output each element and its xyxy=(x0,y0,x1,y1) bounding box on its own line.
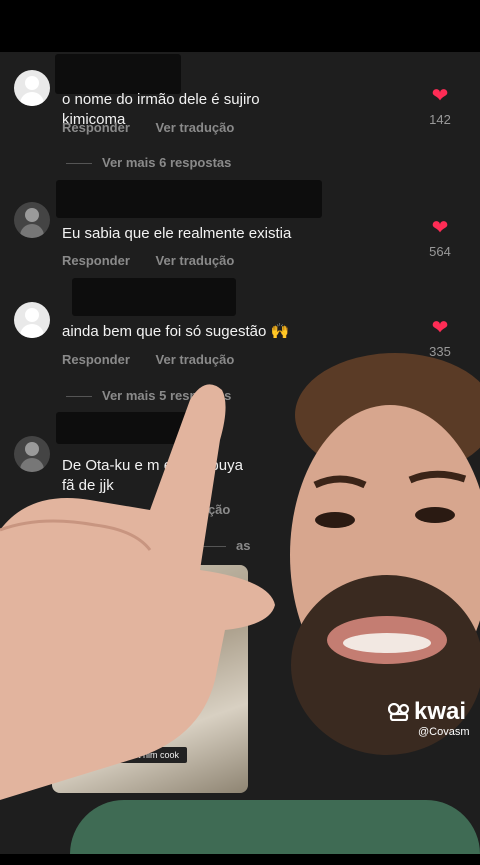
translate-button[interactable]: Ver tradução xyxy=(156,120,235,135)
reply-button[interactable]: Responder xyxy=(62,352,130,367)
comment-actions: Responder Ver tradução xyxy=(62,120,256,135)
view-more-replies[interactable]: Ver mais 6 respostas xyxy=(66,155,231,170)
comment-text: ainda bem que foi só sugestão 🙌 xyxy=(62,323,290,340)
avatar[interactable] xyxy=(14,70,50,106)
creator-handle: @Covasm xyxy=(418,726,470,738)
redacted-username xyxy=(56,180,322,218)
heart-icon: ❤ xyxy=(431,317,449,339)
like-button[interactable]: ❤ 564 xyxy=(420,218,460,259)
comment-text: Eu sabia que ele realmente existia xyxy=(62,225,292,242)
like-count: 142 xyxy=(429,112,451,127)
translate-button[interactable]: Ver tradução xyxy=(156,352,235,367)
person-overlay xyxy=(290,353,480,755)
hand-overlay xyxy=(0,384,275,800)
reply-button[interactable]: Responder xyxy=(62,253,130,268)
redacted-username xyxy=(55,54,181,94)
shirt xyxy=(70,800,480,854)
heart-icon: ❤ xyxy=(431,85,449,107)
kwai-watermark: kwai xyxy=(388,698,466,726)
comment-actions: Responder Ver tradução xyxy=(62,253,256,268)
like-button[interactable]: ❤ 142 xyxy=(420,86,460,127)
like-count: 564 xyxy=(429,244,451,259)
translate-button[interactable]: Ver tradução xyxy=(156,253,235,268)
comment-actions: Responder Ver tradução xyxy=(62,352,256,367)
redacted-username xyxy=(72,278,236,316)
avatar[interactable] xyxy=(14,202,50,238)
reply-button[interactable]: Responder xyxy=(62,120,130,135)
kwai-logo-icon xyxy=(388,703,410,721)
avatar[interactable] xyxy=(14,302,50,338)
kwai-brand: kwai xyxy=(414,698,467,725)
heart-icon: ❤ xyxy=(431,217,449,239)
